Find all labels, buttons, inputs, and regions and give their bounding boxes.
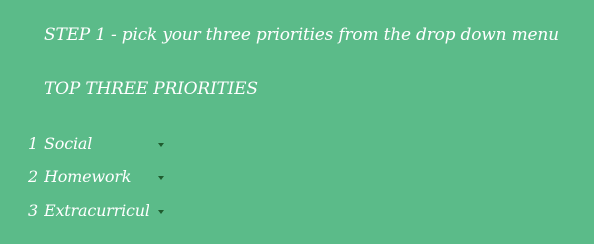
priority-selected-value[interactable]: Extracurricular bbox=[44, 200, 149, 222]
priority-dropdown-2[interactable]: 2 Homework bbox=[28, 166, 178, 188]
priority-number: 3 bbox=[28, 201, 38, 220]
priority-number: 1 bbox=[28, 134, 38, 153]
priority-dropdown-3[interactable]: 3 Extracurricular bbox=[28, 200, 178, 222]
priority-dropdown-1[interactable]: 1 Social bbox=[28, 133, 178, 155]
priority-selected-value[interactable]: Homework bbox=[44, 166, 149, 188]
priority-number: 2 bbox=[28, 167, 38, 186]
step-instruction: STEP 1 - pick your three priorities from… bbox=[44, 25, 559, 45]
priority-selected-value[interactable]: Social bbox=[44, 133, 149, 155]
caret-down-icon[interactable] bbox=[158, 210, 164, 214]
caret-down-icon[interactable] bbox=[158, 143, 164, 147]
caret-down-icon[interactable] bbox=[158, 176, 164, 180]
priorities-heading: TOP THREE PRIORITIES bbox=[44, 79, 258, 99]
